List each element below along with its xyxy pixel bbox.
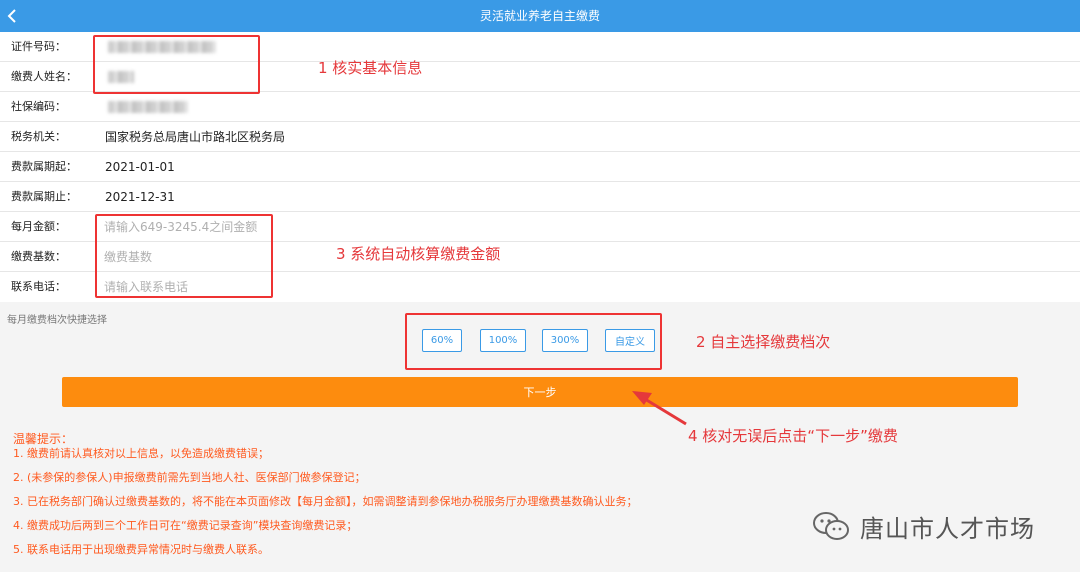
annotation-click-next: 4 核对无误后点击“下一步”缴费 [688, 427, 898, 445]
payer-name-label: 缴费人姓名： [11, 70, 77, 83]
highlight-tier-options [405, 313, 662, 370]
tip-item: 4. 缴费成功后两到三个工作日可在“缴费记录查询”模块查询缴费记录； [13, 519, 358, 532]
monthly-amount-label: 每月金额： [11, 220, 66, 233]
row-period-end: 费款属期止： 2021-12-31 [0, 182, 1080, 212]
redacted-social-code [108, 101, 188, 113]
watermark-text: 唐山市人才市场 [860, 514, 1035, 543]
watermark: 唐山市人才市场 [812, 508, 1035, 544]
tax-office-value: 国家税务总局唐山市路北区税务局 [105, 130, 286, 144]
next-step-button[interactable]: 下一步 [62, 377, 1018, 407]
wechat-icon [813, 512, 849, 540]
header-bar: 灵活就业养老自主缴费 [0, 0, 1080, 32]
annotation-verify-info: 1 核实基本信息 [318, 59, 423, 77]
tax-office-label: 税务机关： [11, 130, 66, 143]
base-label: 缴费基数： [11, 250, 66, 263]
period-start-label: 费款属期起： [11, 160, 77, 173]
row-tax-office: 税务机关： 国家税务总局唐山市路北区税务局 [0, 122, 1080, 152]
phone-label: 联系电话： [11, 280, 66, 293]
period-start-value: 2021-01-01 [105, 160, 175, 174]
period-end-value: 2021-12-31 [105, 190, 175, 204]
row-period-start: 费款属期起： 2021-01-01 [0, 152, 1080, 182]
period-end-label: 费款属期止： [11, 190, 77, 203]
tip-item: 5. 联系电话用于出现缴费异常情况时与缴费人联系。 [13, 543, 269, 556]
highlight-basic-info [93, 35, 260, 94]
id-number-label: 证件号码： [11, 40, 66, 53]
page-title: 灵活就业养老自主缴费 [479, 9, 600, 23]
tip-item: 2. (未参保的参保人)申报缴费前需先到当地人社、医保部门做参保登记； [13, 471, 366, 484]
social-code-label: 社保编码： [11, 100, 66, 113]
annotation-select-tier: 2 自主选择缴费档次 [696, 333, 831, 351]
annotation-auto-calc: 3 系统自动核算缴费金额 [336, 245, 501, 263]
row-social-code: 社保编码： [0, 92, 1080, 122]
tip-item: 1. 缴费前请认真核对以上信息，以免造成缴费错误； [13, 447, 269, 460]
highlight-amount-fields [95, 214, 273, 298]
tip-item: 3. 已在税务部门确认过缴费基数的，将不能在本页面修改【每月金额】，如需调整请到… [13, 495, 638, 508]
quick-select-label: 每月缴费档次快捷选择 [7, 315, 107, 326]
